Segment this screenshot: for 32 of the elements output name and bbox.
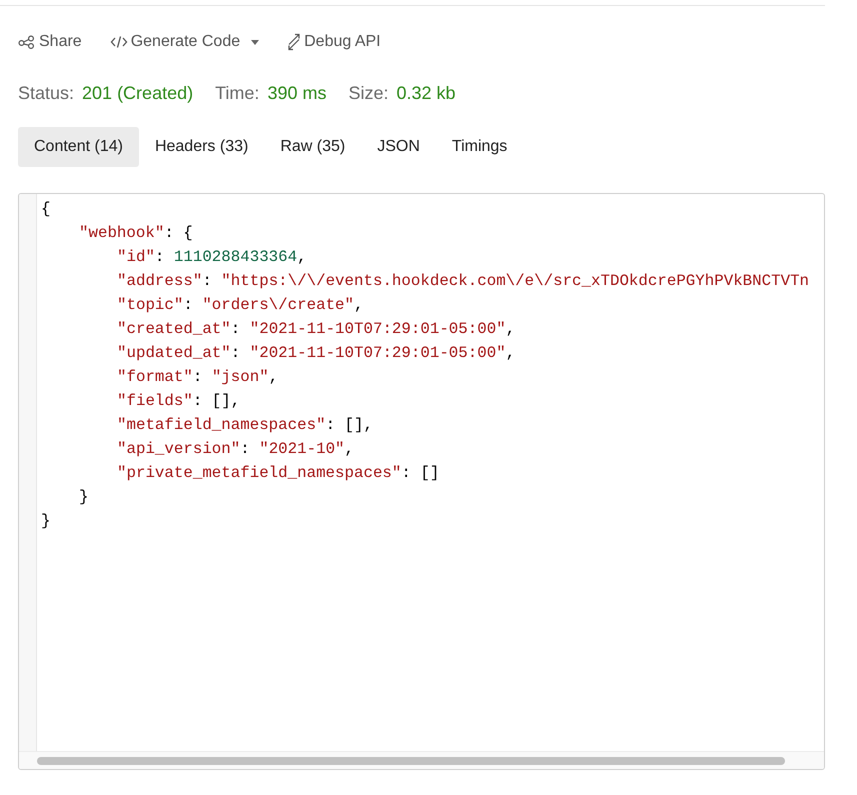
code-line: "webhook": { [78,223,193,244]
debug-button[interactable]: Debug API [287,30,381,54]
tab[interactable]: Headers (33) [138,127,264,167]
code-line: { [41,199,50,220]
tab[interactable]: Timings [436,127,524,167]
status-value: 0.32 kb [396,82,456,104]
code-line: "created_at": "2021-11-10T07:29:01-05:00", [116,319,516,340]
diagonal-arrows-icon [287,33,302,51]
tab[interactable]: Content (14) [18,127,139,167]
code-line: "api_version": "2021-10", [116,439,354,460]
status-label: Time: [215,82,260,104]
scrollbar-thumb[interactable] [37,756,785,764]
code-line: "updated_at": "2021-11-10T07:29:01-05:00", [116,343,516,364]
tab[interactable]: JSON [361,127,436,167]
code-icon [110,35,128,49]
code-line: } [41,511,50,532]
status-value: 390 ms [267,82,326,104]
code-line: "id": 1110288433364, [116,247,307,268]
code-line: "format": "json", [116,367,278,388]
status-label: Size: [348,82,388,104]
status-label: Status: [18,82,74,104]
code-button[interactable]: Generate Code [110,30,260,54]
tab[interactable]: Raw (35) [264,127,362,167]
code-line: "address": "https:\/\/events.hookdeck.com\/e\/src_xTDOkdcrePGYhPVkBNCTVTn [116,271,810,292]
code-line: "topic": "orders\/create", [116,295,364,316]
code-line: "private_metafield_namespaces": [] [116,463,440,484]
code-line: "metafield_namespaces": [], [116,415,373,436]
share-icon [18,35,36,49]
status-value: 201 (Created) [82,82,194,105]
share-button[interactable]: Share [18,30,82,54]
code-line: "fields": [], [116,391,240,412]
code-line: } [78,487,88,508]
